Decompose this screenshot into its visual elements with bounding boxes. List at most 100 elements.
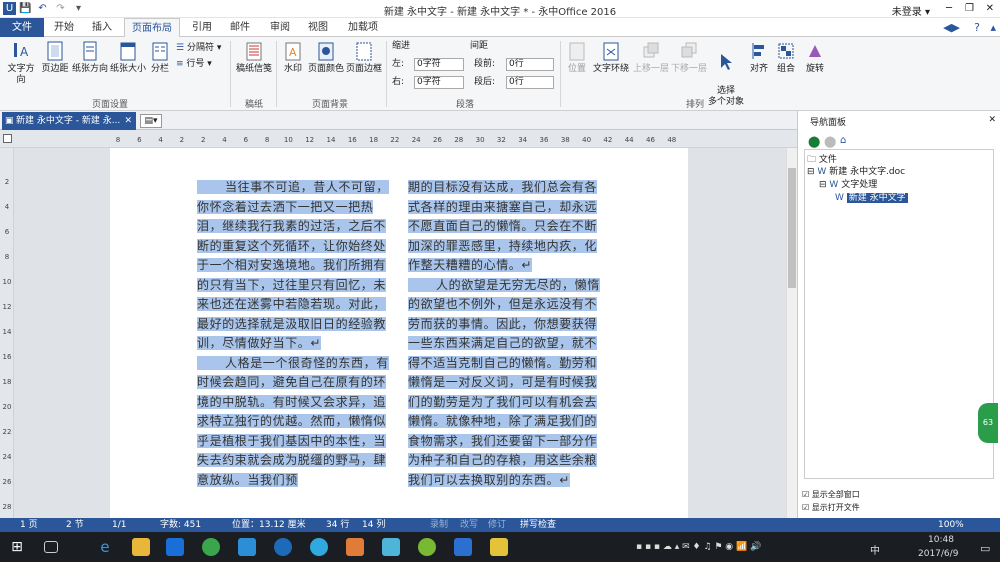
manuscript-label: 稿纸信笺: [235, 64, 272, 74]
paragraph[interactable]: 当往事不可追，昔人不可留，你怀念着过去洒下一把又一把热泪，继续我行我素的过活，之…: [197, 180, 389, 350]
store-icon[interactable]: [166, 538, 184, 556]
page-color-button[interactable]: 页面颜色: [308, 41, 344, 75]
login-menu[interactable]: 未登录 ▾: [892, 3, 930, 18]
browser-360-icon[interactable]: [202, 538, 220, 556]
close-button[interactable]: ✕: [986, 3, 994, 14]
bring-forward-button[interactable]: 上移一层: [632, 41, 670, 75]
tab-addins[interactable]: 加载项: [340, 18, 386, 37]
document-tab[interactable]: ▣ 新建 永中文字 - 新建 永... ✕: [2, 112, 136, 130]
ime-indicator[interactable]: 中: [870, 542, 880, 557]
restore-button[interactable]: ❐: [965, 3, 974, 14]
horizontal-ruler[interactable]: 8 6 4 2 2 4 6 8 10 12 14 16 18 22 24 26 28 30 32 34 36 38 40 42…: [0, 130, 797, 148]
tray-icons[interactable]: ▪ ▪ ▪ ☁ ▴ ✉ ♦ ♫ ⚑ ◉ 📶 🔊: [636, 542, 761, 552]
tab-stop-selector-icon[interactable]: [3, 134, 12, 143]
line-numbers-button[interactable]: ≡ 行号 ▾: [176, 59, 212, 70]
forward-icon[interactable]: ⬤: [824, 135, 836, 148]
status-word-count[interactable]: 字数: 451: [160, 518, 201, 532]
qq-browser-icon[interactable]: [310, 538, 328, 556]
group-button[interactable]: 组合: [774, 41, 798, 75]
close-tab-button[interactable]: ✕: [124, 112, 132, 130]
paragraph[interactable]: 人格是一个很奇怪的东西，有时候会趋同，避免自己在原有的环境的中脱轨。有时候又会求…: [197, 355, 389, 487]
notifications-icon[interactable]: ▭: [980, 542, 990, 555]
text-direction-button[interactable]: A 文字方向: [4, 41, 38, 86]
text-column-2[interactable]: 期的目标没有达成，我们总会有各式各样的理由来搪塞自己，却永远不愿直面自己的懒惰。…: [408, 178, 604, 490]
columns-button[interactable]: 分栏: [148, 41, 172, 75]
clock-date[interactable]: 2017/6/9: [918, 549, 958, 559]
manuscript-button[interactable]: 稿纸信笺: [234, 41, 274, 75]
file-explorer-icon[interactable]: [132, 538, 150, 556]
status-track[interactable]: 修订: [488, 518, 506, 532]
app-icon-9[interactable]: [382, 538, 400, 556]
tree-item-processing[interactable]: ⊟ W 文字处理: [819, 177, 877, 190]
text-column-1[interactable]: 当往事不可追，昔人不可留，你怀念着过去洒下一把又一把热泪，继续我行我素的过活，之…: [197, 178, 393, 490]
show-open-files-label: 显示打开文件: [811, 503, 860, 512]
send-backward-icon: [681, 42, 697, 58]
nav-close-button[interactable]: ✕: [988, 115, 996, 125]
task-view-icon[interactable]: [44, 541, 58, 553]
status-record[interactable]: 录制: [430, 518, 448, 532]
tab-insert[interactable]: 插入: [84, 18, 120, 37]
margins-button[interactable]: 页边距: [40, 41, 70, 75]
tree-item-new-doc[interactable]: W 新建 永中文字: [835, 190, 908, 203]
spacing-before-input[interactable]: 0行: [506, 58, 554, 71]
position-label: 位置: [567, 64, 586, 74]
app-icon-8[interactable]: [346, 538, 364, 556]
align-button[interactable]: 对齐: [748, 41, 770, 75]
breaks-button[interactable]: ☰ 分隔符 ▾: [176, 43, 221, 54]
navigation-panel: 导航面板 ✕ ⬤ ⬤ ⌂ 🗀 文件 ⊟ W 新建 永中文字.doc ⊟ W 文字…: [797, 111, 1000, 518]
show-all-windows-label: 显示全部窗口: [811, 490, 860, 499]
floating-badge[interactable]: 63: [978, 403, 998, 443]
vertical-ruler-tick: 2: [4, 178, 10, 186]
ruler-tick: 14: [326, 136, 336, 144]
clock-time[interactable]: 10:48: [928, 535, 954, 545]
show-open-files-option[interactable]: ☑ 显示打开文件: [802, 502, 860, 513]
tab-view[interactable]: 视图: [300, 18, 336, 37]
help-icon[interactable]: ?: [974, 21, 980, 34]
position-button[interactable]: 位置: [564, 41, 590, 75]
new-tab-button[interactable]: ▤▾: [140, 114, 162, 128]
tab-mailings[interactable]: 邮件: [222, 18, 258, 37]
app-icon-12[interactable]: [490, 538, 508, 556]
tab-home[interactable]: 开始: [46, 18, 82, 37]
page-border-button[interactable]: 页面边框: [346, 41, 382, 75]
app-icon-5[interactable]: [238, 538, 256, 556]
paragraph[interactable]: 期的目标没有达成，我们总会有各式各样的理由来搪塞自己，却永远不愿直面自己的懒惰。…: [408, 180, 598, 272]
status-zoom[interactable]: 100%: [938, 518, 964, 532]
paper-size-button[interactable]: 纸张大小: [110, 41, 146, 75]
tab-file[interactable]: 文件: [0, 18, 44, 37]
ruler-tick: 18: [369, 136, 379, 144]
nav-arrows-icon[interactable]: ◀▶: [943, 21, 960, 34]
kingsoft-icon[interactable]: [274, 538, 292, 556]
indent-left-input[interactable]: 0字符: [414, 58, 464, 71]
vertical-ruler[interactable]: 2 4 6 8 10 12 14 16 18 20 22 24 26 28: [0, 148, 14, 518]
paragraph[interactable]: 人的欲望是无穷无尽的，懒惰的欲望也不例外，但是永远没有不劳而获的事情。因此，你想…: [408, 277, 600, 487]
status-page: 1 页: [20, 520, 38, 530]
collapse-ribbon-icon[interactable]: ▴: [990, 21, 996, 34]
spacing-after-input[interactable]: 0行: [506, 76, 554, 89]
text-wrap-button[interactable]: 文字环绕: [592, 41, 630, 75]
indent-right-input[interactable]: 0字符: [414, 76, 464, 89]
status-spell-check[interactable]: 拼写检查: [520, 518, 556, 532]
show-all-windows-option[interactable]: ☑ 显示全部窗口: [802, 489, 860, 500]
status-overwrite[interactable]: 改写: [460, 518, 478, 532]
start-icon[interactable]: ⊞: [8, 538, 26, 556]
yozo-office-icon[interactable]: [454, 538, 472, 556]
send-backward-button[interactable]: 下移一层: [670, 41, 708, 75]
tab-review[interactable]: 审阅: [262, 18, 298, 37]
rotate-icon: [809, 45, 821, 57]
app-icon-10[interactable]: [418, 538, 436, 556]
watermark-button[interactable]: A 水印: [280, 41, 306, 75]
vertical-ruler-tick: 16: [2, 353, 12, 361]
edge-icon[interactable]: e: [96, 538, 114, 556]
minimize-button[interactable]: ─: [946, 3, 952, 14]
home-icon[interactable]: ⌂: [840, 135, 846, 146]
back-icon[interactable]: ⬤: [808, 135, 820, 148]
document-page[interactable]: 当往事不可追，昔人不可留，你怀念着过去洒下一把又一把热泪，继续我行我素的过活，之…: [110, 148, 688, 518]
tree-item-doc[interactable]: ⊟ W 新建 永中文字.doc: [807, 164, 905, 177]
tab-page-layout[interactable]: 页面布局: [124, 18, 180, 38]
orientation-button[interactable]: 纸张方向: [72, 41, 108, 75]
tab-references[interactable]: 引用: [184, 18, 220, 37]
rotate-button[interactable]: 旋转: [802, 41, 828, 75]
vertical-scrollbar[interactable]: [786, 148, 797, 518]
scrollbar-thumb[interactable]: [788, 168, 796, 288]
